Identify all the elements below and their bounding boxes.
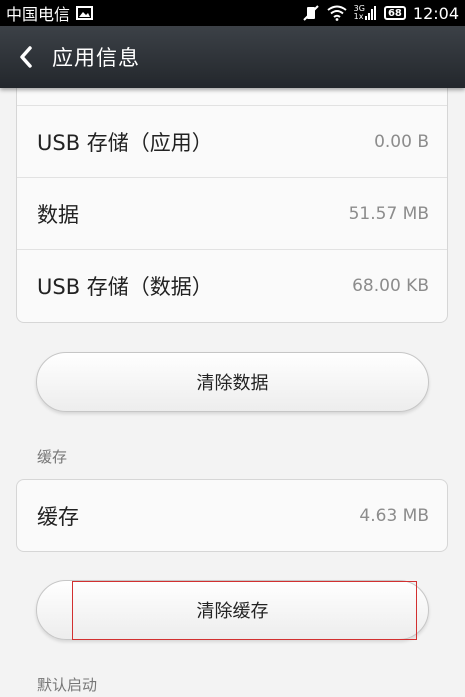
wifi-icon bbox=[327, 5, 347, 21]
clear-data-button[interactable]: 清除数据 bbox=[36, 352, 429, 412]
carrier-name: 中国电信 bbox=[6, 5, 71, 24]
network-type-bottom: 1x bbox=[353, 12, 364, 21]
row-label: USB 存储（应用） bbox=[37, 130, 213, 155]
vibrate-mute-icon bbox=[302, 5, 320, 21]
row-label: 数据 bbox=[37, 202, 79, 227]
cellular-signal-icon: 3G 1x bbox=[354, 5, 377, 21]
storage-row-partial bbox=[17, 88, 447, 106]
image-notification-icon bbox=[76, 6, 94, 20]
row-value: 68.00 KB bbox=[352, 276, 429, 296]
back-button[interactable] bbox=[0, 26, 52, 88]
default-launch-header: 默认启动 bbox=[37, 676, 98, 694]
status-left: 中国电信 bbox=[6, 1, 94, 25]
row-label: 缓存 bbox=[37, 504, 79, 529]
status-time: 12:04 bbox=[412, 3, 459, 23]
clear-cache-button[interactable]: 清除缓存 bbox=[36, 580, 429, 640]
row-label: USB 存储（数据） bbox=[37, 275, 213, 299]
status-bar: 中国电信 3G 1x 68 12:04 bbox=[0, 0, 465, 26]
storage-card: USB 存储（应用） 0.00 B 数据 51.57 MB USB 存储（数据）… bbox=[16, 88, 448, 323]
usb-storage-app-row: USB 存储（应用） 0.00 B bbox=[17, 106, 447, 178]
cache-section-header: 缓存 bbox=[37, 448, 68, 466]
status-right: 3G 1x 68 12:04 bbox=[302, 4, 459, 23]
usb-storage-data-row: USB 存储（数据） 68.00 KB bbox=[17, 250, 447, 322]
page-title: 应用信息 bbox=[52, 46, 140, 70]
row-value: 4.63 MB bbox=[359, 505, 429, 526]
action-bar: 应用信息 bbox=[0, 26, 465, 88]
app-info-content[interactable]: USB 存储（应用） 0.00 B 数据 51.57 MB USB 存储（数据）… bbox=[0, 88, 465, 697]
battery-level: 68 bbox=[387, 7, 402, 19]
cache-row: 缓存 4.63 MB bbox=[17, 480, 447, 551]
row-value: 51.57 MB bbox=[348, 203, 429, 224]
battery-icon: 68 bbox=[383, 6, 406, 20]
data-row: 数据 51.57 MB bbox=[17, 178, 447, 250]
cache-card: 缓存 4.63 MB bbox=[16, 479, 448, 552]
row-value: 0.00 B bbox=[374, 131, 429, 152]
chevron-left-icon bbox=[20, 46, 32, 68]
